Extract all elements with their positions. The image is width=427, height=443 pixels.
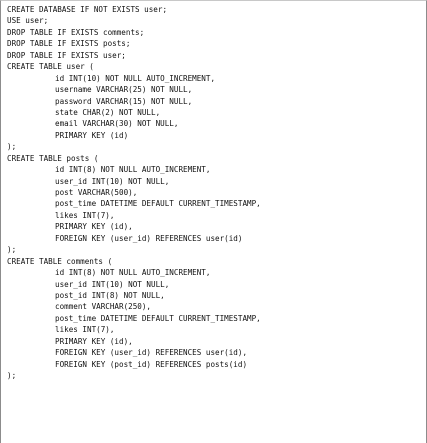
- code-line: );: [7, 244, 422, 255]
- code-line: user_id INT(10) NOT NULL,: [7, 176, 422, 187]
- code-line-text: likes INT(7),: [55, 210, 115, 220]
- code-line-text: FOREIGN KEY (post_id) REFERENCES posts(i…: [55, 359, 248, 369]
- code-line-text: CREATE TABLE comments (: [7, 256, 113, 266]
- code-line: user_id INT(10) NOT NULL,: [7, 279, 422, 290]
- code-line: state CHAR(2) NOT NULL,: [7, 107, 422, 118]
- code-line-text: FOREIGN KEY (user_id) REFERENCES user(id…: [55, 233, 243, 243]
- code-line: email VARCHAR(30) NOT NULL,: [7, 118, 422, 129]
- code-line: post_time DATETIME DEFAULT CURRENT_TIMES…: [7, 313, 422, 324]
- code-line: username VARCHAR(25) NOT NULL,: [7, 84, 422, 95]
- code-line-text: post VARCHAR(500),: [55, 188, 138, 197]
- code-line-text: id INT(10) NOT NULL AUTO_INCREMENT,: [55, 73, 216, 83]
- code-line: FOREIGN KEY (post_id) REFERENCES posts(i…: [7, 359, 422, 370]
- code-line: post_id INT(8) NOT NULL,: [7, 290, 422, 301]
- code-line-text: CREATE DATABASE IF NOT EXISTS user;: [7, 5, 168, 14]
- code-line: FOREIGN KEY (user_id) REFERENCES user(id…: [7, 233, 422, 244]
- code-line-text: email VARCHAR(30) NOT NULL,: [55, 119, 179, 129]
- code-line: post_time DATETIME DEFAULT CURRENT_TIMES…: [7, 198, 422, 209]
- code-line-text: post_id INT(8) NOT NULL,: [55, 290, 165, 300]
- code-line: );: [7, 141, 422, 152]
- code-line-text: DROP TABLE IF EXISTS posts;: [7, 39, 131, 49]
- code-line: );: [7, 370, 422, 381]
- code-line: DROP TABLE IF EXISTS user;: [7, 50, 422, 61]
- code-line: likes INT(7),: [7, 210, 422, 221]
- code-line: DROP TABLE IF EXISTS posts;: [7, 38, 422, 49]
- code-line-text: USE user;: [7, 16, 49, 26]
- code-line: likes INT(7),: [7, 324, 422, 335]
- code-line: id INT(8) NOT NULL AUTO_INCREMENT,: [7, 164, 422, 175]
- code-line: DROP TABLE IF EXISTS comments;: [7, 27, 422, 38]
- code-editor[interactable]: CREATE DATABASE IF NOT EXISTS user; USE u…: [0, 0, 427, 443]
- code-line-text: post_time DATETIME DEFAULT CURRENT_TIMES…: [55, 199, 261, 209]
- code-line: CREATE TABLE user (: [7, 61, 422, 72]
- code-line: password VARCHAR(15) NOT NULL,: [7, 96, 422, 107]
- code-line: CREATE TABLE posts (: [7, 153, 422, 164]
- code-line-text: DROP TABLE IF EXISTS user;: [7, 50, 126, 60]
- code-line-text: FOREIGN KEY (user_id) REFERENCES user(id…: [55, 348, 248, 358]
- code-line: PRIMARY KEY (id),: [7, 221, 422, 232]
- code-line-text: PRIMARY KEY (id): [55, 130, 129, 140]
- code-line-text: post_time DATETIME DEFAULT CURRENT_TIMES…: [55, 313, 261, 323]
- code-line-text: id INT(8) NOT NULL AUTO_INCREMENT,: [55, 268, 211, 278]
- code-line-text: user_id INT(10) NOT NULL,: [55, 279, 170, 289]
- code-line-text: );: [7, 142, 17, 152]
- code-line-text: state CHAR(2) NOT NULL,: [55, 107, 161, 117]
- code-line-text: CREATE TABLE user (: [7, 62, 94, 72]
- code-line: post VARCHAR(500),: [7, 187, 422, 198]
- code-line-text: username VARCHAR(25) NOT NULL,: [55, 85, 193, 95]
- code-line: id INT(10) NOT NULL AUTO_INCREMENT,: [7, 73, 422, 84]
- code-line: USE user;: [7, 15, 422, 26]
- code-line-text: CREATE TABLE posts (: [7, 153, 99, 163]
- code-line-text: likes INT(7),: [55, 325, 115, 335]
- sql-code-block[interactable]: CREATE DATABASE IF NOT EXISTS user; USE u…: [7, 4, 422, 381]
- code-line: comment VARCHAR(250),: [7, 301, 422, 312]
- code-line-text: DROP TABLE IF EXISTS comments;: [7, 27, 145, 37]
- code-line-text: );: [7, 245, 17, 255]
- code-line-text: PRIMARY KEY (id),: [55, 336, 133, 346]
- code-line: PRIMARY KEY (id): [7, 130, 422, 141]
- code-line: CREATE DATABASE IF NOT EXISTS user;: [7, 4, 422, 15]
- code-line: FOREIGN KEY (user_id) REFERENCES user(id…: [7, 347, 422, 358]
- code-line-text: comment VARCHAR(250),: [55, 302, 152, 312]
- code-line: id INT(8) NOT NULL AUTO_INCREMENT,: [7, 267, 422, 278]
- code-line: PRIMARY KEY (id),: [7, 336, 422, 347]
- code-line: CREATE TABLE comments (: [7, 256, 422, 267]
- code-line-text: user_id INT(10) NOT NULL,: [55, 176, 170, 186]
- code-line-text: id INT(8) NOT NULL AUTO_INCREMENT,: [55, 165, 211, 175]
- code-line-text: PRIMARY KEY (id),: [55, 222, 133, 232]
- code-line-text: password VARCHAR(15) NOT NULL,: [55, 96, 193, 106]
- code-line-text: );: [7, 371, 17, 380]
